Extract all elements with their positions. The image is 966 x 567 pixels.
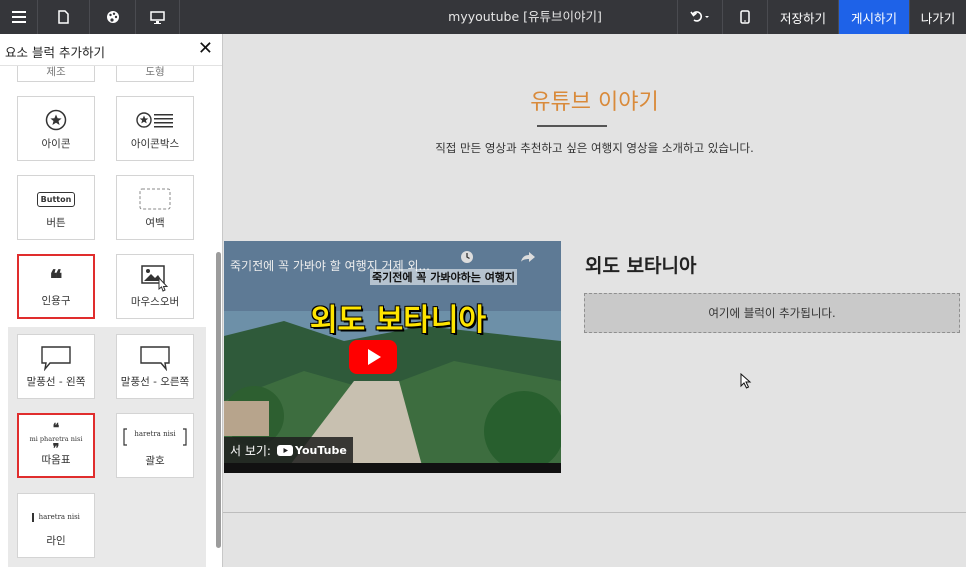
add-block-panel: 요소 블럭 추가하기 ✕ 제조 도형 아이콘 아이콘박스 Button 버튼 여…	[0, 34, 223, 567]
block-tile-label: 괄호	[145, 455, 165, 467]
page-title[interactable]: 유튜브 이야기	[223, 84, 966, 116]
block-tile-icon-box[interactable]: 아이콘박스	[116, 96, 194, 161]
line-icon-text: haretra nisi	[38, 513, 80, 521]
video-subtitle-text: 죽기전에 꼭 가봐야하는 여행지	[370, 269, 518, 285]
exit-button[interactable]: 나가기	[910, 0, 966, 34]
block-tile-label: 인용구	[41, 295, 71, 307]
panel-scrollbar[interactable]	[216, 252, 221, 548]
close-icon[interactable]: ✕	[198, 40, 213, 58]
page-subtitle[interactable]: 직접 만든 영상과 추천하고 싶은 여행지 영상을 소개하고 있습니다.	[223, 140, 966, 156]
panel-title: 요소 블럭 추가하기	[5, 45, 105, 60]
block-tile-label: 여백	[145, 217, 165, 229]
block-tile-button[interactable]: Button 버튼	[17, 175, 95, 240]
quote-icon: ❝	[49, 264, 63, 293]
block-tile-label: 버튼	[46, 217, 66, 229]
speech-bubble-right-icon	[117, 345, 193, 371]
monitor-icon	[150, 10, 165, 24]
block-tile-speech-right[interactable]: 말풍선 - 오른쪽	[116, 334, 194, 399]
speech-bubble-left-icon	[18, 345, 94, 371]
preview-desktop-button[interactable]	[136, 0, 180, 34]
block-tile-label: 따옴표	[41, 454, 71, 466]
preview-mobile-button[interactable]	[723, 0, 768, 34]
brackets-icon: haretra nisi	[117, 424, 193, 450]
star-circle-icon	[18, 107, 94, 133]
block-tile-line[interactable]: haretra nisi 라인	[17, 493, 95, 558]
watch-on-youtube[interactable]: 서 보기: YouTube	[224, 437, 353, 463]
block-tile-speech-left[interactable]: 말풍선 - 왼쪽	[17, 334, 95, 399]
block-tile-spacer[interactable]: 여백	[116, 175, 194, 240]
save-button[interactable]: 저장하기	[768, 0, 839, 34]
palette-icon	[106, 11, 119, 23]
block-tile-quotation-marks[interactable]: ❝ mi pharetra nisi ❞ 따옴표	[17, 413, 95, 478]
image-hover-icon	[117, 265, 193, 292]
block-drop-zone[interactable]: 여기에 블럭이 추가됩니다.	[584, 293, 960, 333]
top-toolbar: myyoutube [유튜브이야기] 저장하기 게시하기 나가기	[0, 0, 966, 34]
block-tile-label: 도형	[145, 66, 165, 78]
icon-box-icon	[117, 107, 193, 133]
youtube-logo-text: YouTube	[294, 443, 347, 457]
youtube-logo-icon: YouTube	[276, 443, 347, 457]
block-tile-label: 제조	[46, 66, 66, 78]
editor-canvas: 유튜브 이야기 직접 만든 영상과 추천하고 싶은 여행지 영상을 소개하고 있…	[223, 34, 966, 567]
undo-icon	[690, 11, 709, 22]
menu-button[interactable]	[0, 0, 38, 34]
share-icon[interactable]	[520, 251, 536, 263]
quotation-marks-icon: ❝ mi pharetra nisi ❞	[29, 421, 83, 455]
section-divider	[223, 512, 966, 513]
button-icon-text: Button	[36, 191, 76, 207]
file-button[interactable]	[38, 0, 90, 34]
undo-button[interactable]	[677, 0, 723, 34]
block-tile-label: 말풍선 - 오른쪽	[120, 376, 190, 388]
publish-button[interactable]: 게시하기	[839, 0, 910, 34]
youtube-video-embed[interactable]: 죽기전에 꼭 가봐야 할 여행지 거제 외... 죽기전에 꼭 가봐야하는 여행…	[224, 241, 561, 473]
menu-icon	[11, 11, 26, 23]
block-tile-quote[interactable]: ❝ 인용구	[17, 254, 95, 319]
brackets-icon-text: haretra nisi	[134, 430, 176, 438]
block-tile-brackets[interactable]: haretra nisi 괄호	[116, 413, 194, 478]
line-icon: haretra nisi	[18, 504, 94, 530]
clock-icon[interactable]	[460, 250, 474, 264]
palette-button[interactable]	[90, 0, 136, 34]
block-tile-label: 아이콘	[41, 138, 71, 150]
title-divider	[537, 125, 607, 127]
mobile-icon	[740, 10, 750, 24]
play-button-icon[interactable]	[349, 340, 397, 374]
block-tile-label: 라인	[46, 535, 66, 547]
watch-on-label: 서 보기:	[230, 443, 271, 458]
mouse-cursor-icon	[740, 373, 752, 389]
block-tile-label: 말풍선 - 왼쪽	[26, 376, 86, 388]
file-icon	[58, 10, 69, 24]
section-title[interactable]: 외도 보타니아	[585, 251, 697, 278]
video-thumbnail-title: 외도 보타니아	[310, 303, 487, 338]
block-tile-label: 마우스오버	[130, 296, 180, 308]
block-tile-mouseover[interactable]: 마우스오버	[116, 254, 194, 319]
block-tile-label: 아이콘박스	[130, 138, 180, 150]
block-tile-icon[interactable]: 아이콘	[17, 96, 95, 161]
panel-header: 요소 블럭 추가하기 ✕	[0, 34, 222, 66]
spacer-icon	[117, 186, 193, 212]
button-icon: Button	[18, 186, 94, 212]
